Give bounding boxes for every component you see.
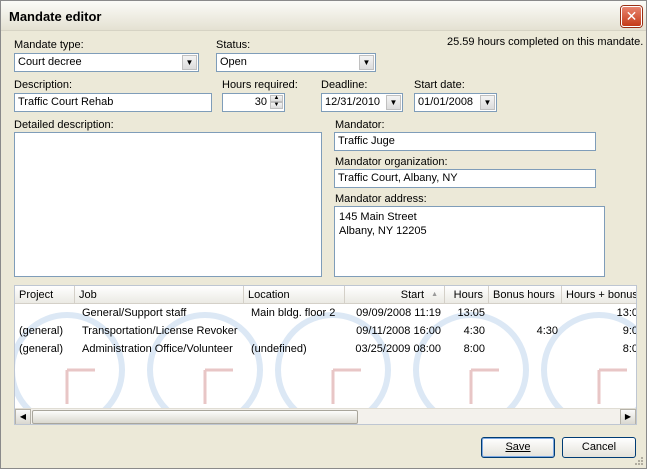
column-header-location[interactable]: Location [244,286,345,304]
cell-job: General/Support staff [82,307,187,319]
mandate-editor-window: Mandate editor ✕ Mandate type: Court dec… [0,0,647,469]
mandator-label: Mandator: [335,119,385,131]
start-date-label: Start date: [414,79,465,91]
cell-location: Main bldg. floor 2 [251,307,336,319]
mandator-organization-input[interactable]: Traffic Court, Albany, NY [334,169,596,188]
cell-hours: 4:30 [463,325,485,337]
scroll-left-icon[interactable]: ◀ [15,409,31,424]
cell-start: 03/25/2009 08:00 [355,343,441,355]
mandate-type-value: Court decree [18,56,82,68]
cell-hours: 13:05 [457,307,485,319]
cell-hours-plus-bonus: 9:0 [622,325,637,337]
start-date-value: 01/01/2008 [418,96,474,108]
sort-ascending-icon: ▲ [431,291,438,298]
detailed-description-label: Detailed description: [14,119,114,131]
close-button[interactable]: ✕ [621,6,642,27]
cell-location: (undefined) [251,343,307,355]
status-label: Status: [216,39,251,51]
spin-buttons[interactable]: ▲ ▼ [270,95,283,110]
mandate-type-label: Mandate type: [14,39,84,51]
cancel-button[interactable]: Cancel [562,437,636,458]
table-row[interactable]: (general) Administration Office/Voluntee… [15,340,637,358]
column-header-start-label: Start [400,289,424,301]
cell-start: 09/11/2008 16:00 [356,325,441,337]
scrollbar-thumb[interactable] [32,410,358,424]
deadline-value: 12/31/2010 [325,96,381,108]
chevron-down-icon[interactable]: ▼ [182,55,197,70]
cell-bonus-hours: 4:30 [536,325,558,337]
status-value: Open [220,56,247,68]
table-row[interactable]: General/Support staff Main bldg. floor 2… [15,304,637,322]
cell-bonus-hours [489,304,562,322]
start-date-picker[interactable]: 01/01/2008 ▼ [414,93,497,112]
horizontal-scrollbar[interactable]: ◀ ▶ [15,408,636,424]
cell-project: (general) [19,325,64,337]
cell-job: Transportation/License Revoker [82,325,238,337]
table-row[interactable]: (general) Transportation/License Revoker… [15,322,637,340]
close-icon: ✕ [625,8,638,24]
cell-hours: 8:00 [463,343,485,355]
chevron-down-icon[interactable]: ▼ [359,55,374,70]
hours-grid[interactable]: Project Job Location Start ▲ Hours Bonus… [14,285,637,425]
deadline-label: Deadline: [321,79,368,91]
column-header-project[interactable]: Project [15,286,75,304]
deadline-date-picker[interactable]: 12/31/2010 ▼ [321,93,403,112]
column-header-bonus-hours[interactable]: Bonus hours [489,286,562,304]
cell-hours-plus-bonus: 8:0 [622,343,637,355]
cell-start: 09/09/2008 11:19 [356,307,441,319]
cell-project [15,304,75,322]
chevron-down-icon[interactable]: ▼ [480,95,495,110]
column-header-hours-plus-bonus[interactable]: Hours + bonus [562,286,636,304]
scroll-right-icon[interactable]: ▶ [620,409,636,424]
title-bar[interactable]: Mandate editor ✕ [1,1,646,31]
window-title: Mandate editor [9,9,102,24]
detailed-description-textarea[interactable] [14,132,322,277]
resize-grip-icon[interactable] [634,456,644,466]
description-input[interactable]: Traffic Court Rehab [14,93,212,112]
mandate-type-select[interactable]: Court decree ▼ [14,53,199,72]
chevron-down-icon[interactable]: ▼ [386,95,401,110]
hours-required-stepper[interactable]: 30 ▲ ▼ [222,93,285,112]
column-header-job[interactable]: Job [75,286,244,304]
mandator-address-textarea[interactable]: 145 Main Street Albany, NY 12205 [334,206,605,277]
cell-project: (general) [19,343,64,355]
save-button[interactable]: Save [481,437,555,458]
grid-header: Project Job Location Start ▲ Hours Bonus… [15,286,636,304]
hours-completed-summary: 25.59 hours completed on this mandate. [447,36,644,48]
status-select[interactable]: Open ▼ [216,53,376,72]
description-label: Description: [14,79,73,91]
hours-required-label: Hours required: [222,79,298,91]
cell-bonus-hours [489,340,562,358]
column-header-start[interactable]: Start ▲ [345,286,445,304]
mandator-organization-label: Mandator organization: [335,156,448,168]
cell-job: Administration Office/Volunteer [82,343,233,355]
spin-up-icon[interactable]: ▲ [270,95,283,102]
column-header-hours[interactable]: Hours [445,286,489,304]
cell-location [247,322,351,340]
save-button-label: Save [505,441,531,453]
spin-down-icon[interactable]: ▼ [270,102,283,109]
cell-hours-plus-bonus: 13:0 [616,307,637,319]
mandator-address-label: Mandator address: [335,193,427,205]
mandator-input[interactable]: Traffic Juge [334,132,596,151]
hours-required-value: 30 [254,96,267,108]
